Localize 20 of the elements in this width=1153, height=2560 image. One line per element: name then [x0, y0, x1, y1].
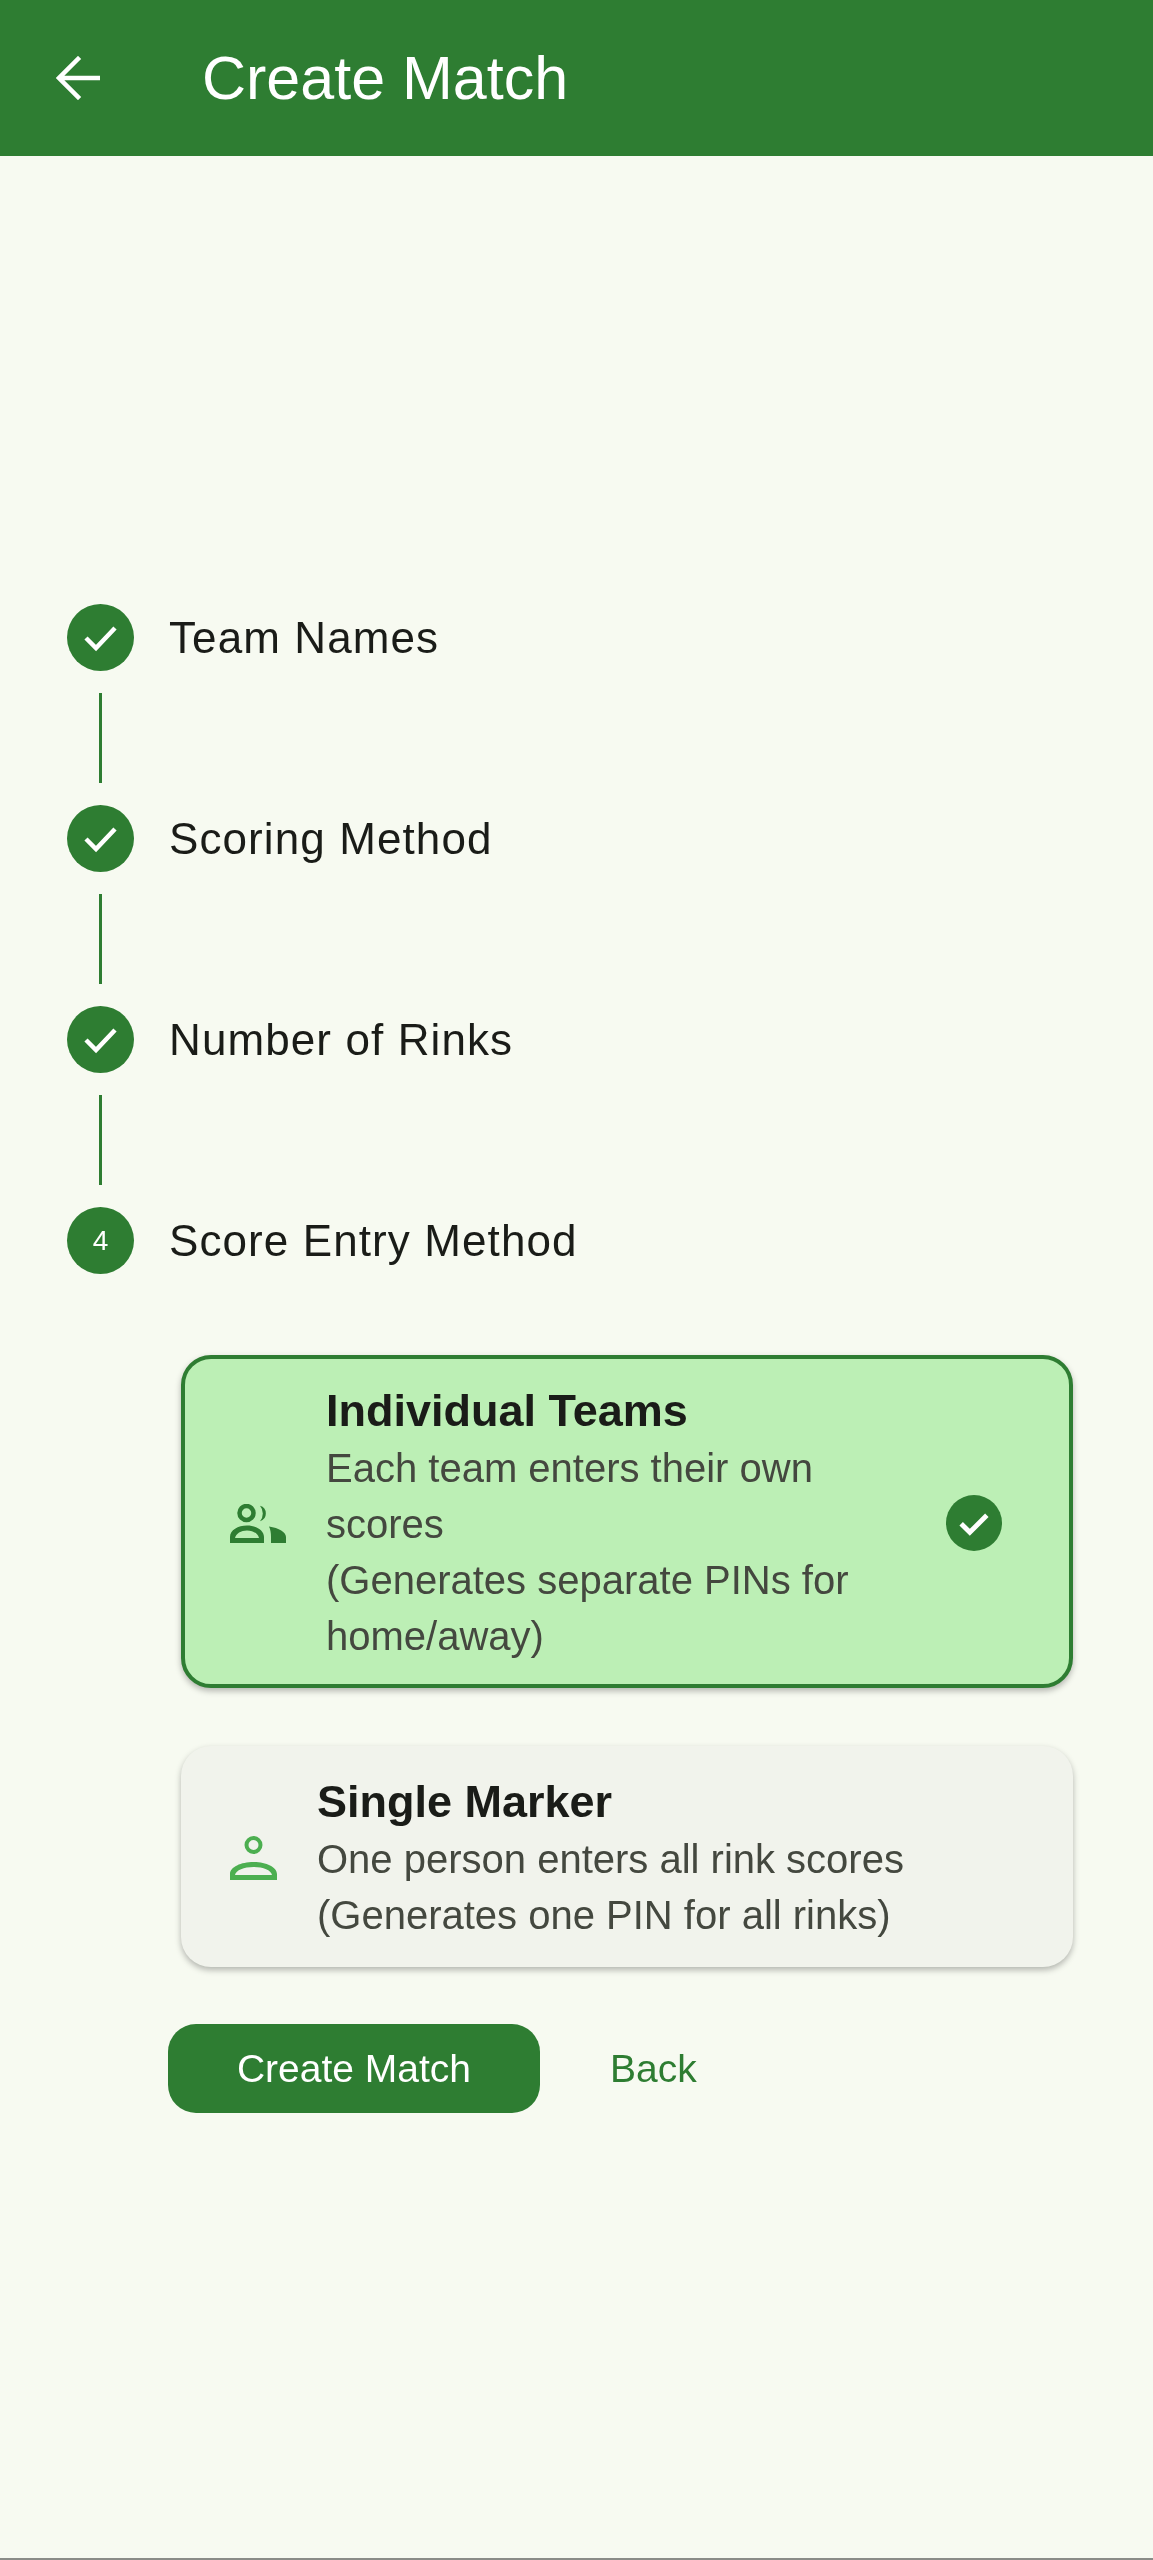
- person-icon: [230, 1836, 277, 1880]
- option-description: Each team enters their own scores: [326, 1445, 814, 1548]
- option-description: One person enters all rink scores: [317, 1836, 905, 1883]
- option-title: Individual Teams: [326, 1384, 689, 1438]
- option-note: (Generates one PIN for all rinks): [317, 1892, 892, 1939]
- app-bar-title: Create Match: [202, 43, 569, 114]
- step-label: Number of Rinks: [169, 1013, 514, 1066]
- option-card[interactable]: Individual Teams Each team enters their own scores (Generates separate PINs for home/away): [181, 1355, 1073, 1688]
- people-icon: [230, 1503, 286, 1543]
- step-label: Score Entry Method: [169, 1214, 578, 1267]
- back-button[interactable]: Back: [574, 2024, 733, 2113]
- check-circle-icon: [946, 1495, 1002, 1551]
- back-arrow-icon[interactable]: [56, 56, 100, 100]
- step-label: Team Names: [169, 611, 440, 664]
- option-card[interactable]: Single Marker One person enters all rink scores (Generates one PIN for all rinks): [181, 1746, 1073, 1967]
- step-label: Scoring Method: [169, 812, 493, 865]
- option-note: (Generates separate PINs for home/away): [326, 1557, 850, 1660]
- create-match-button[interactable]: Create Match: [168, 2024, 540, 2113]
- option-title: Single Marker: [317, 1775, 614, 1829]
- step-number: 4: [67, 1207, 134, 1274]
